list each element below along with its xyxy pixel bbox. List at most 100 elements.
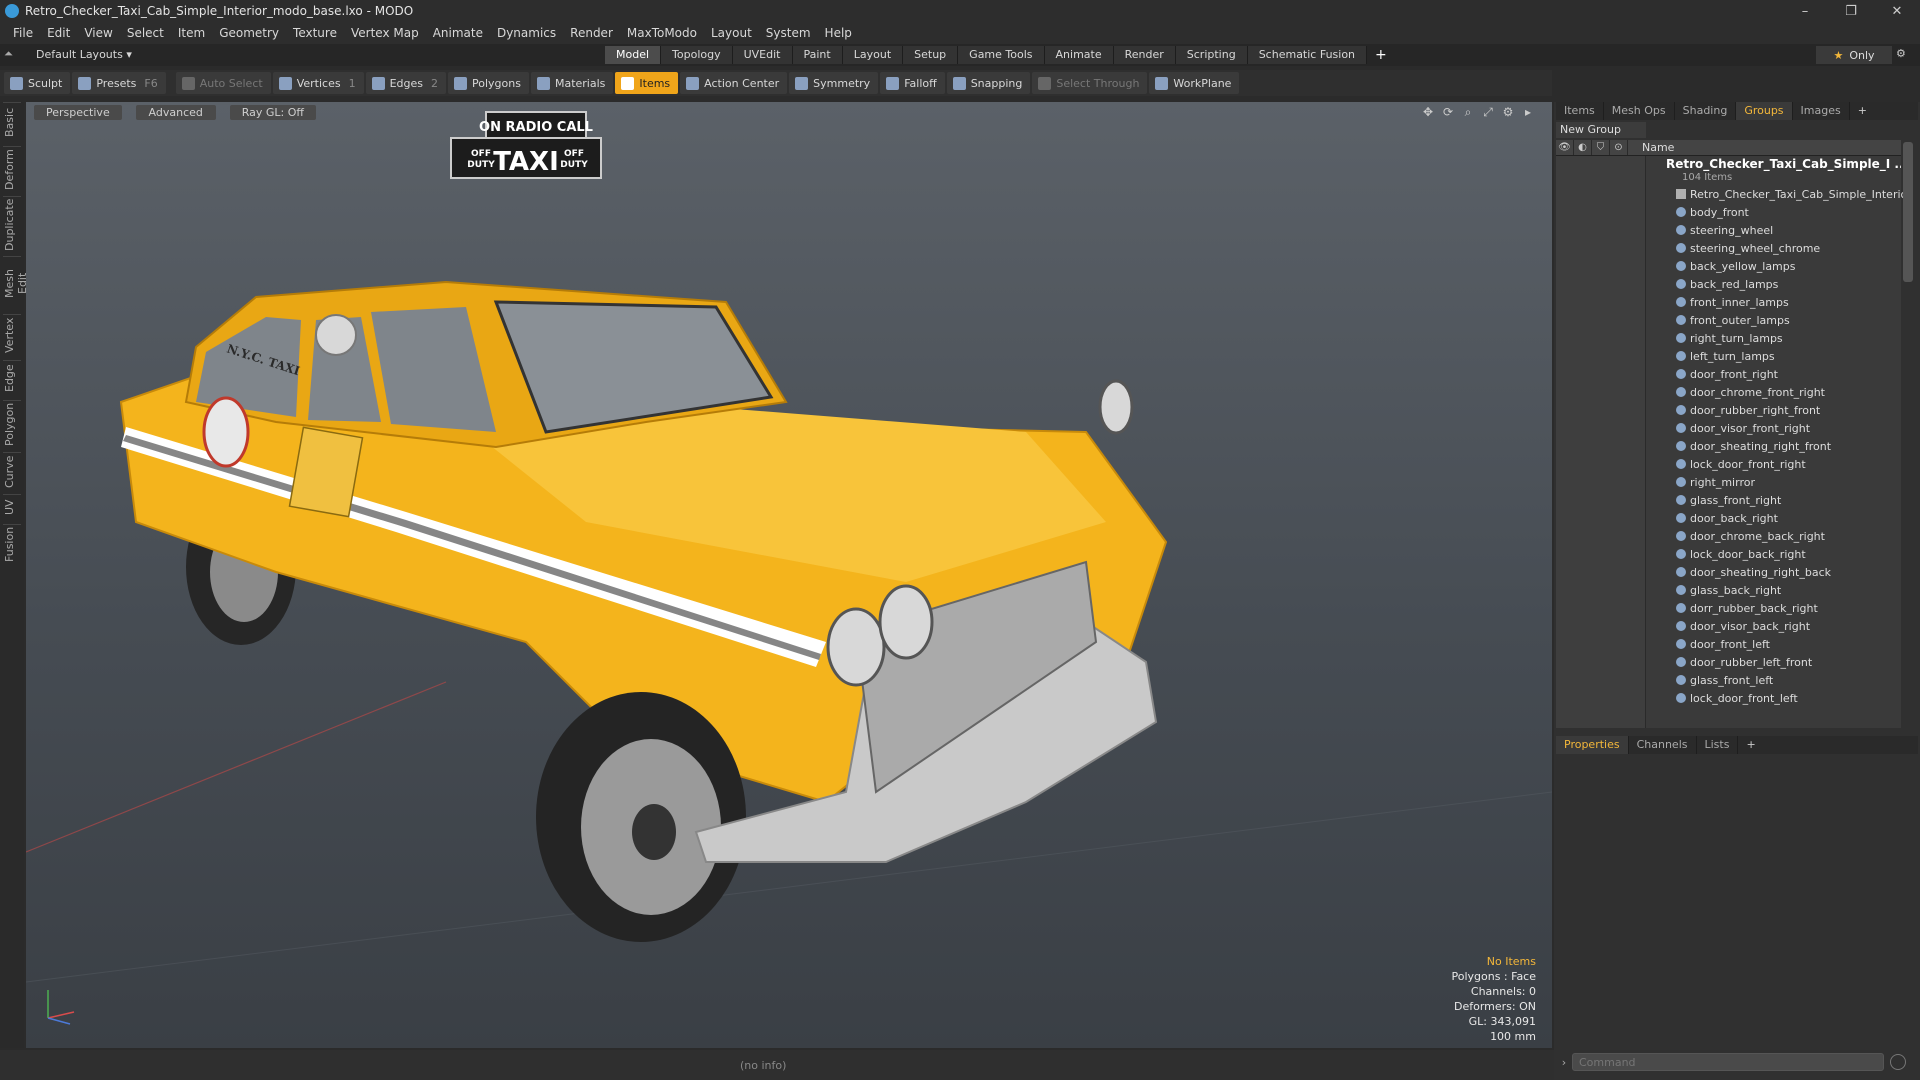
menu-geometry[interactable]: Geometry xyxy=(212,26,286,40)
layout-tab-model[interactable]: Model xyxy=(605,46,662,64)
group-root[interactable]: Retro_Checker_Taxi_Cab_Simple_I ... 104 … xyxy=(1646,156,1901,186)
raygl-toggle[interactable]: Ray GL: Off xyxy=(229,105,316,120)
group-item[interactable]: right_turn_lamps xyxy=(1646,330,1901,348)
left-tab-polygon[interactable]: Polygon xyxy=(3,400,21,448)
group-item[interactable]: dorr_rubber_back_right xyxy=(1646,600,1901,618)
left-tab-mesh-edit[interactable]: Mesh Edit xyxy=(3,256,29,310)
gear-icon[interactable]: ⚙ xyxy=(1896,47,1906,60)
group-item[interactable]: door_visor_front_right xyxy=(1646,420,1901,438)
props-tab-channels[interactable]: Channels xyxy=(1629,736,1697,754)
group-toggle-columns[interactable] xyxy=(1556,156,1646,728)
group-item[interactable]: door_front_right xyxy=(1646,366,1901,384)
visibility-col-icon[interactable]: 👁 xyxy=(1556,140,1574,155)
left-tab-curve[interactable]: Curve xyxy=(3,452,21,490)
layout-tab-animate[interactable]: Animate xyxy=(1044,46,1114,64)
group-item[interactable]: glass_back_right xyxy=(1646,582,1901,600)
group-item[interactable]: glass_front_left xyxy=(1646,672,1901,690)
restore-icon[interactable]: ❐ xyxy=(1828,0,1874,22)
group-item[interactable]: door_rubber_right_front xyxy=(1646,402,1901,420)
groups-scrollbar[interactable] xyxy=(1903,142,1913,282)
group-item[interactable]: door_chrome_front_right xyxy=(1646,384,1901,402)
snapping-button[interactable]: Snapping xyxy=(946,72,1031,94)
select-col-icon[interactable]: ⛉ xyxy=(1592,140,1610,155)
action-center-button[interactable]: Action Center xyxy=(680,72,788,94)
group-item[interactable]: door_chrome_back_right xyxy=(1646,528,1901,546)
menu-maxtomodo[interactable]: MaxToModo xyxy=(620,26,704,40)
items-button[interactable]: Items xyxy=(615,72,679,94)
group-item[interactable]: door_sheating_right_back xyxy=(1646,564,1901,582)
group-item[interactable]: door_visor_back_right xyxy=(1646,618,1901,636)
layout-tab-paint[interactable]: Paint xyxy=(792,46,843,64)
group-item[interactable]: door_sheating_right_front xyxy=(1646,438,1901,456)
right-tab-groups[interactable]: Groups xyxy=(1736,102,1793,120)
props-tab-properties[interactable]: Properties xyxy=(1556,736,1629,754)
name-column-header[interactable]: Name xyxy=(1628,140,1674,155)
group-item[interactable]: lock_door_front_right xyxy=(1646,456,1901,474)
add-layout-tab-icon[interactable]: + xyxy=(1367,46,1395,64)
left-tab-basic[interactable]: Basic xyxy=(3,102,21,142)
viewport-arrow-icon[interactable]: ▸ xyxy=(1518,105,1538,120)
layout-tab-topology[interactable]: Topology xyxy=(661,46,733,64)
presets-button[interactable]: Presets F6 xyxy=(72,72,166,94)
only-toggle[interactable]: ★ Only xyxy=(1816,46,1892,64)
close-icon[interactable]: ✕ xyxy=(1874,0,1920,22)
group-item[interactable]: front_inner_lamps xyxy=(1646,294,1901,312)
props-tab-lists[interactable]: Lists xyxy=(1697,736,1739,754)
right-tab-mesh-ops[interactable]: Mesh Ops xyxy=(1604,102,1675,120)
left-tab-vertex[interactable]: Vertex xyxy=(3,314,21,356)
group-item[interactable]: steering_wheel_chrome xyxy=(1646,240,1901,258)
new-group-button[interactable]: New Group xyxy=(1556,122,1646,138)
left-tab-fusion[interactable]: Fusion xyxy=(3,524,21,564)
group-item[interactable]: Retro_Checker_Taxi_Cab_Simple_Interior xyxy=(1646,186,1912,204)
left-tab-edge[interactable]: Edge xyxy=(3,360,21,396)
left-tab-uv[interactable]: UV xyxy=(3,494,21,520)
layout-tab-scripting[interactable]: Scripting xyxy=(1175,46,1248,64)
menu-help[interactable]: Help xyxy=(818,26,859,40)
layout-tab-render[interactable]: Render xyxy=(1113,46,1176,64)
group-item[interactable]: lock_door_front_left xyxy=(1646,690,1901,708)
menu-item[interactable]: Item xyxy=(171,26,212,40)
menu-animate[interactable]: Animate xyxy=(426,26,490,40)
menu-render[interactable]: Render xyxy=(563,26,620,40)
props-tab-add-icon[interactable]: + xyxy=(1738,736,1763,754)
polygons-button[interactable]: Polygons xyxy=(448,72,529,94)
layouts-dropdown[interactable]: ⏶ Default Layouts ▾ xyxy=(4,47,132,61)
command-input[interactable] xyxy=(1572,1053,1884,1071)
symmetry-button[interactable]: Symmetry xyxy=(789,72,879,94)
zoom-icon[interactable]: ⌕ xyxy=(1458,105,1478,120)
menu-file[interactable]: File xyxy=(6,26,40,40)
group-item[interactable]: door_front_left xyxy=(1646,636,1901,654)
pan-icon[interactable]: ✥ xyxy=(1418,105,1438,120)
menu-edit[interactable]: Edit xyxy=(40,26,77,40)
menu-system[interactable]: System xyxy=(759,26,818,40)
left-tab-duplicate[interactable]: Duplicate xyxy=(3,196,21,252)
layout-tab-schematic-fusion[interactable]: Schematic Fusion xyxy=(1247,46,1368,64)
workplane-button[interactable]: WorkPlane xyxy=(1149,72,1240,94)
viewport-gear-icon[interactable]: ⚙ xyxy=(1498,105,1518,120)
vertices-button[interactable]: Vertices 1 xyxy=(272,72,364,94)
view-mode-dropdown[interactable]: Perspective xyxy=(34,105,122,120)
right-tab-shading[interactable]: Shading xyxy=(1675,102,1737,120)
group-item[interactable]: steering_wheel xyxy=(1646,222,1901,240)
group-item[interactable]: door_rubber_left_front xyxy=(1646,654,1901,672)
falloff-button[interactable]: Falloff xyxy=(880,72,945,94)
group-item[interactable]: door_back_right xyxy=(1646,510,1901,528)
shading-mode-dropdown[interactable]: Advanced xyxy=(135,105,216,120)
layout-tab-layout[interactable]: Layout xyxy=(842,46,904,64)
sculpt-button[interactable]: Sculpt xyxy=(4,72,71,94)
group-item[interactable]: back_red_lamps xyxy=(1646,276,1901,294)
group-item[interactable]: right_mirror xyxy=(1646,474,1901,492)
group-item[interactable]: body_front xyxy=(1646,204,1901,222)
auto-select-button[interactable]: Auto Select xyxy=(175,72,271,94)
group-item[interactable]: glass_front_right xyxy=(1646,492,1901,510)
left-tab-deform[interactable]: Deform xyxy=(3,146,21,192)
group-item[interactable]: lock_door_back_right xyxy=(1646,546,1901,564)
3d-viewport[interactable]: ON RADIO CALL TAXI OFF DUTY OFF DUTY N.Y… xyxy=(26,102,1552,1048)
menu-texture[interactable]: Texture xyxy=(286,26,344,40)
lock-col-icon[interactable]: ◐ xyxy=(1574,140,1592,155)
layout-tab-setup[interactable]: Setup xyxy=(903,46,959,64)
minimize-icon[interactable]: – xyxy=(1782,0,1828,22)
group-item[interactable]: back_yellow_lamps xyxy=(1646,258,1901,276)
command-record-icon[interactable] xyxy=(1890,1054,1906,1070)
materials-button[interactable]: Materials xyxy=(530,72,614,94)
